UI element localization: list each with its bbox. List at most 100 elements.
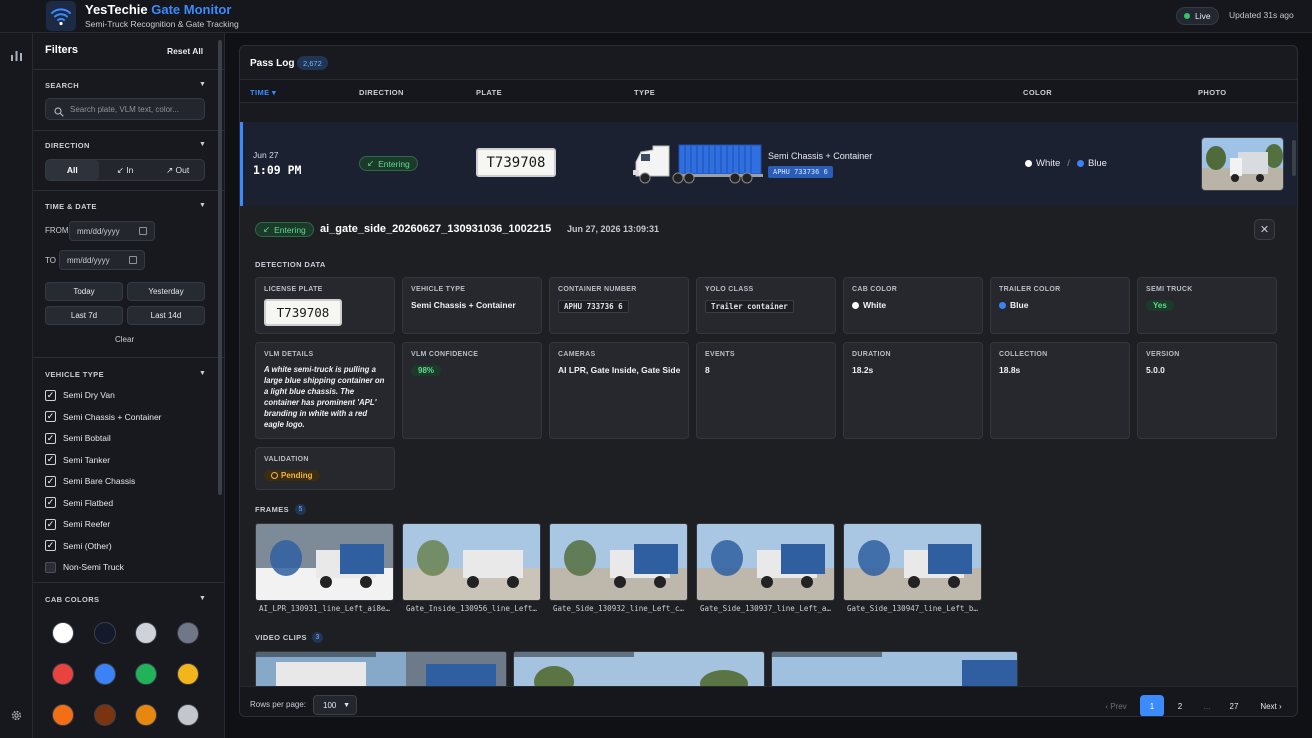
vehicle-type-option[interactable]: ✓ Semi Reefer: [45, 517, 110, 531]
frame-thumbnail[interactable]: [696, 523, 835, 601]
checkbox-unchecked-icon[interactable]: [45, 561, 56, 573]
events-card: EVENTS 8: [696, 342, 836, 439]
pagination-footer: Rows per page: 100 ▼ ‹ Prev 1 2 ... 27 Ne…: [240, 686, 1297, 716]
column-photo[interactable]: PHOTO: [1198, 88, 1227, 97]
checkbox-checked-icon[interactable]: ✓: [45, 497, 56, 508]
video-clip[interactable]: [255, 651, 507, 691]
checkbox-checked-icon[interactable]: ✓: [45, 518, 56, 530]
vehicle-type-option[interactable]: ✓ Semi Bobtail: [45, 431, 111, 445]
vehicle-type-card: VEHICLE TYPE Semi Chassis + Container: [402, 277, 542, 334]
license-plate-value: T739708: [264, 299, 342, 326]
checkbox-checked-icon[interactable]: ✓: [45, 454, 56, 465]
rows-per-page-select[interactable]: 100 ▼: [313, 695, 357, 715]
cab-color-swatch[interactable]: [93, 663, 116, 685]
checkbox-checked-icon[interactable]: ✓: [45, 411, 56, 422]
chevron-down-icon[interactable]: ▼: [199, 595, 206, 602]
time-date-section-title: TIME & DATE: [45, 202, 97, 211]
frame-thumbnail[interactable]: [843, 523, 982, 601]
today-button[interactable]: Today: [45, 282, 123, 301]
analytics-icon[interactable]: [5, 44, 28, 66]
cab-color-swatch[interactable]: [135, 704, 157, 726]
frame-thumbnail[interactable]: [549, 523, 688, 601]
row-date: Jun 27: [253, 150, 279, 160]
frame-filename: Gate_Side_130947_line_Left_b…: [847, 604, 978, 613]
frame-thumbnail[interactable]: [255, 523, 394, 601]
collection-card: COLLECTION 18.8s: [990, 342, 1130, 439]
settings-gear-icon[interactable]: [5, 704, 28, 726]
page-2-button[interactable]: 2: [1173, 695, 1187, 716]
last-14d-button[interactable]: Last 14d: [127, 306, 205, 325]
calendar-icon: [129, 256, 137, 264]
table-row[interactable]: Jun 27 1:09 PM ↙ Entering T739708 Semi Ch…: [240, 122, 1297, 206]
vehicle-type-option[interactable]: ✓ Semi Bare Chassis: [45, 474, 135, 488]
detail-panel: ↙ Entering ai_gate_side_20260627_13093103…: [240, 206, 1297, 691]
cab-color-swatch[interactable]: [52, 663, 74, 685]
vehicle-type-option[interactable]: ✓ Semi Dry Van: [45, 388, 115, 402]
row-time: 1:09 PM: [253, 163, 302, 177]
row-photo-thumbnail[interactable]: [1201, 137, 1284, 191]
main-scrollbar[interactable]: [1292, 140, 1296, 176]
vehicle-type-label: Non-Semi Truck: [63, 562, 124, 572]
vehicle-type-option[interactable]: Non-Semi Truck: [45, 560, 124, 574]
checkbox-checked-icon[interactable]: ✓: [45, 475, 56, 487]
to-label: TO: [45, 256, 56, 265]
direction-section-title: DIRECTION: [45, 141, 90, 150]
vehicle-type-label: Semi (Other): [63, 540, 112, 551]
column-plate[interactable]: PLATE: [476, 88, 502, 97]
column-type[interactable]: TYPE: [634, 88, 655, 97]
cab-color-swatch[interactable]: [176, 704, 199, 726]
reset-all-button[interactable]: Reset All: [167, 46, 203, 56]
cab-color-swatch[interactable]: [52, 704, 74, 726]
cab-color-swatch[interactable]: [135, 663, 157, 685]
close-detail-button[interactable]: ✕: [1254, 219, 1275, 240]
prev-page-button[interactable]: ‹ Prev: [1102, 695, 1130, 716]
direction-out-option[interactable]: ↗ Out: [151, 160, 204, 180]
cab-color-swatch[interactable]: [176, 663, 199, 685]
search-input[interactable]: [70, 99, 200, 119]
sidebar-scrollbar[interactable]: [218, 40, 222, 495]
column-direction[interactable]: DIRECTION: [359, 88, 404, 97]
video-clip[interactable]: [513, 651, 765, 691]
frame-thumbnail[interactable]: [402, 523, 541, 601]
vehicle-type-label: Semi Bare Chassis: [63, 476, 136, 486]
column-color[interactable]: COLOR: [1023, 88, 1052, 97]
chevron-down-icon[interactable]: ▼: [199, 81, 206, 88]
cab-color-card: CAB COLOR White: [843, 277, 983, 334]
vehicle-type-option[interactable]: ✓ Semi Flatbed: [45, 496, 113, 510]
last-7d-button[interactable]: Last 7d: [45, 306, 123, 325]
cab-color-swatch[interactable]: [176, 622, 199, 644]
chevron-down-icon[interactable]: ▼: [199, 141, 206, 148]
chevron-down-icon[interactable]: ▼: [199, 370, 206, 377]
arrow-in-icon: ↙: [263, 224, 271, 234]
page-1-button[interactable]: 1: [1140, 695, 1164, 716]
cab-color-swatch[interactable]: [93, 704, 116, 726]
vehicle-type-option[interactable]: ✓ Semi Chassis + Container: [45, 410, 162, 424]
app-subtitle: Semi-Truck Recognition & Gate Tracking: [85, 19, 239, 29]
column-time[interactable]: TIME ▾: [250, 88, 276, 97]
vehicle-type-option[interactable]: ✓ Semi Tanker: [45, 453, 110, 467]
video-clip[interactable]: [771, 651, 1018, 691]
clear-dates-button[interactable]: Clear: [115, 335, 134, 344]
icon-rail: [0, 0, 33, 738]
cab-color-swatch[interactable]: [52, 622, 74, 644]
cab-color-swatch[interactable]: [93, 622, 116, 644]
pass-log-panel: Pass Log 2,672 TIME ▾ DIRECTION PLATE TY…: [239, 45, 1298, 717]
checkbox-checked-icon[interactable]: ✓: [45, 389, 56, 401]
yesterday-button[interactable]: Yesterday: [127, 282, 205, 301]
version-card: VERSION 5.0.0: [1137, 342, 1277, 439]
page-27-button[interactable]: 27: [1226, 695, 1242, 716]
search-field[interactable]: [45, 98, 205, 120]
checkbox-checked-icon[interactable]: ✓: [45, 432, 56, 444]
pass-log-count-badge: 2,672: [297, 56, 328, 70]
from-date-input[interactable]: mm/dd/yyyy: [69, 221, 155, 241]
checkbox-checked-icon[interactable]: ✓: [45, 540, 56, 551]
direction-in-option[interactable]: ↙ In: [99, 160, 152, 180]
vlm-details-card: VLM DETAILS A white semi-truck is pullin…: [255, 342, 395, 439]
direction-all-option[interactable]: All: [46, 160, 99, 180]
arrow-in-icon: ↙: [367, 158, 375, 168]
vehicle-type-option[interactable]: ✓ Semi (Other): [45, 539, 112, 553]
cab-color-swatch[interactable]: [135, 622, 157, 644]
chevron-down-icon[interactable]: ▼: [199, 202, 206, 209]
to-date-input[interactable]: mm/dd/yyyy: [59, 250, 145, 270]
next-page-button[interactable]: Next ›: [1255, 695, 1287, 716]
